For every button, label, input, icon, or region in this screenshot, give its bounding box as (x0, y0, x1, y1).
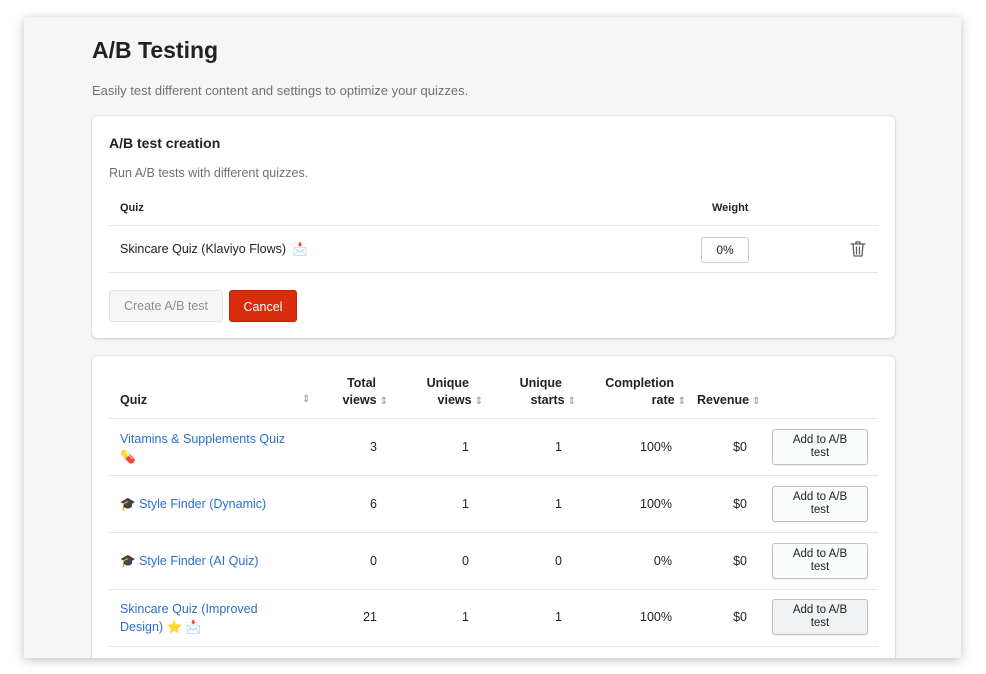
add-to-ab-test-button[interactable]: Add to A/B test (772, 429, 868, 465)
add-to-ab-test-button[interactable]: Add to A/B test (772, 599, 868, 635)
divider (109, 646, 878, 647)
header-label: starts (530, 393, 565, 407)
create-ab-test-button[interactable]: Create A/B test (109, 290, 223, 322)
ab-test-creation-card: A/B test creation Run A/B tests with dif… (92, 116, 895, 338)
header-label: Unique (519, 376, 562, 390)
button-label: test (810, 617, 830, 629)
unique-views-cell: 1 (462, 497, 469, 511)
quiz-name: Skincare Quiz (Improved (120, 602, 258, 616)
header-label: Total (347, 376, 376, 390)
completion-rate-cell: 100% (640, 497, 672, 511)
unique-starts-cell: 1 (555, 610, 562, 624)
header-label: Quiz (120, 393, 148, 407)
sort-icon: ⇕ (474, 396, 483, 407)
divider (109, 589, 878, 590)
column-header-total-views[interactable]: Total views ⇕ (322, 375, 388, 410)
quiz-link-skincare-improved[interactable]: Skincare Quiz (Improved Design) ⭐ 📩 (120, 600, 300, 636)
divider (109, 225, 878, 226)
quiz-link-vitamins[interactable]: Vitamins & Supplements Quiz 💊 (120, 430, 300, 466)
column-header-completion-rate[interactable]: Completion rate ⇕ (592, 375, 686, 410)
button-label: test (810, 504, 830, 516)
button-label: Add to A/B (792, 548, 848, 560)
total-views-cell: 0 (370, 554, 377, 568)
revenue-cell: $0 (733, 497, 747, 511)
button-label: test (810, 561, 830, 573)
quiz-name: Vitamins & Supplements Quiz (120, 432, 286, 446)
column-header-quiz[interactable]: Quiz (120, 392, 147, 409)
selected-quiz-label: Skincare Quiz (Klaviyo Flows) (120, 242, 287, 256)
button-label: test (810, 447, 830, 459)
column-header-unique-views[interactable]: Unique views ⇕ (412, 375, 483, 410)
page-title: A/B Testing (92, 37, 219, 63)
column-header-unique-starts[interactable]: Unique starts ⇕ (502, 375, 576, 410)
envelope-icon: 📩 (292, 242, 308, 256)
completion-rate-cell: 0% (653, 554, 672, 568)
revenue-cell: $0 (733, 554, 747, 568)
card-description: Run A/B tests with different quizzes. (109, 166, 309, 180)
revenue-cell: $0 (733, 440, 747, 454)
sort-icon: ⇕ (567, 396, 576, 407)
total-views-cell: 3 (370, 440, 377, 454)
cancel-button[interactable]: Cancel (229, 290, 297, 322)
total-views-cell: 6 (370, 497, 377, 511)
column-header-revenue[interactable]: Revenue ⇕ (697, 392, 761, 410)
button-label: Add to A/B (792, 604, 848, 616)
sort-icon[interactable]: ⇕ (302, 394, 310, 405)
header-label: views (342, 393, 377, 407)
column-header-weight: Weight (712, 202, 749, 214)
sort-icon: ⇕ (379, 396, 388, 407)
graduation-cap-icon: 🎓 (120, 554, 136, 568)
revenue-cell: $0 (733, 610, 747, 624)
pill-icon: 💊 (120, 450, 136, 464)
completion-rate-cell: 100% (640, 610, 672, 624)
trash-icon[interactable] (850, 240, 866, 258)
divider (109, 532, 878, 533)
button-label: Add to A/B (792, 434, 848, 446)
add-to-ab-test-button[interactable]: Add to A/B test (772, 543, 868, 579)
header-label: rate (651, 393, 675, 407)
header-label: views (437, 393, 472, 407)
graduation-cap-icon: 🎓 (120, 497, 136, 511)
card-title: A/B test creation (109, 135, 221, 151)
unique-views-cell: 0 (462, 554, 469, 568)
header-label: Completion (605, 376, 674, 390)
sort-icon: ⇕ (752, 396, 761, 407)
sort-icon: ⇕ (677, 396, 686, 407)
add-to-ab-test-button[interactable]: Add to A/B test (772, 486, 868, 522)
quiz-table-card: Quiz ⇕ Total views ⇕ Unique views ⇕ Unique… (92, 356, 895, 658)
page-subtitle: Easily test different content and settin… (92, 83, 469, 98)
divider (109, 272, 878, 273)
quiz-name-continued: Design) ⭐ 📩 (120, 620, 202, 634)
unique-starts-cell: 0 (555, 554, 562, 568)
quiz-link-style-finder-ai[interactable]: 🎓 Style Finder (AI Quiz) (120, 552, 320, 570)
weight-input[interactable]: 0% (701, 237, 749, 263)
header-label: Unique (426, 376, 469, 390)
divider (109, 418, 878, 419)
button-label: Add to A/B (792, 491, 848, 503)
unique-views-cell: 1 (462, 610, 469, 624)
unique-starts-cell: 1 (555, 497, 562, 511)
selected-quiz-name: Skincare Quiz (Klaviyo Flows) 📩 (120, 242, 307, 256)
total-views-cell: 21 (363, 610, 377, 624)
unique-views-cell: 1 (462, 440, 469, 454)
header-label: Revenue (697, 393, 750, 407)
unique-starts-cell: 1 (555, 440, 562, 454)
quiz-name: Style Finder (Dynamic) (139, 497, 267, 511)
divider (109, 475, 878, 476)
quiz-link-style-finder-dynamic[interactable]: 🎓 Style Finder (Dynamic) (120, 495, 320, 513)
completion-rate-cell: 100% (640, 440, 672, 454)
app-window: A/B Testing Easily test different conten… (24, 17, 961, 658)
column-header-quiz: Quiz (120, 202, 144, 214)
quiz-name: Style Finder (AI Quiz) (139, 554, 259, 568)
